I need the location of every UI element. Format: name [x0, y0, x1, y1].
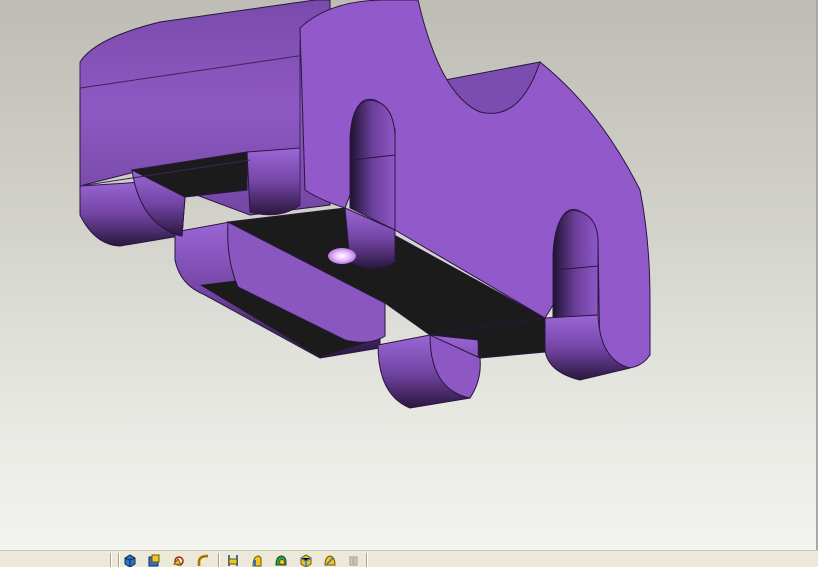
shaded-cube-icon[interactable] — [121, 553, 141, 567]
right-slot-hole — [552, 209, 599, 319]
3d-model-viewport[interactable] — [0, 0, 818, 550]
bottom-toolbar — [0, 550, 818, 567]
sweep-icon[interactable] — [194, 553, 214, 567]
toolbar-separator — [218, 553, 220, 567]
surface-icon[interactable] — [321, 553, 341, 567]
part-model[interactable] — [0, 0, 818, 550]
left-pin-cylinder[interactable] — [246, 147, 301, 216]
upper-slot-hole — [349, 99, 396, 231]
rotate-view-icon[interactable] — [170, 553, 190, 567]
disabled-tool-icon — [345, 553, 365, 567]
toolbar-separator — [110, 553, 112, 567]
datum-plane-icon[interactable] — [224, 553, 244, 567]
extrude-icon[interactable] — [145, 553, 165, 567]
toolbar-separator — [118, 553, 120, 567]
revolve-icon[interactable] — [248, 553, 268, 567]
shell-icon[interactable] — [272, 553, 292, 567]
cut-cube-icon[interactable] — [297, 553, 317, 567]
cad-application — [0, 0, 818, 567]
hole-glint — [328, 248, 356, 264]
toolbar-separator — [366, 553, 368, 567]
